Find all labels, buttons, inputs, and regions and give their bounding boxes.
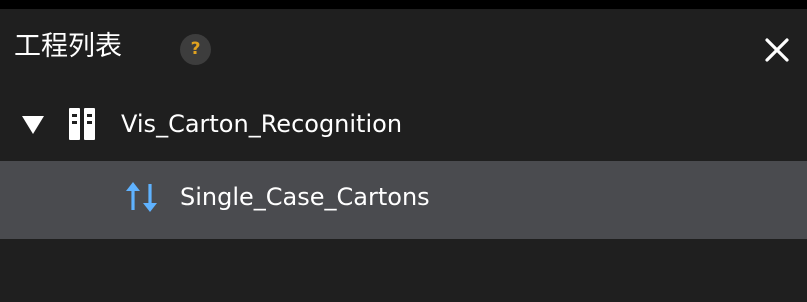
help-icon[interactable]: ? bbox=[180, 34, 211, 65]
project-list-panel: 工程列表 ? Vis_Carton_Recognition Single_Cas… bbox=[0, 9, 807, 302]
project-label: Vis_Carton_Recognition bbox=[121, 110, 403, 138]
panel-title: 工程列表 bbox=[14, 31, 122, 62]
close-icon[interactable] bbox=[762, 35, 792, 65]
tree-item-project[interactable]: Vis_Carton_Recognition bbox=[0, 87, 807, 165]
expand-arrow-icon[interactable] bbox=[21, 114, 45, 136]
tree-item-step[interactable]: Single_Case_Cartons bbox=[0, 161, 807, 239]
sort-arrows-icon bbox=[124, 181, 162, 213]
project-icon bbox=[69, 108, 95, 140]
panel-header: 工程列表 ? bbox=[0, 9, 807, 87]
step-label: Single_Case_Cartons bbox=[180, 183, 430, 211]
window-top-edge bbox=[0, 0, 807, 9]
